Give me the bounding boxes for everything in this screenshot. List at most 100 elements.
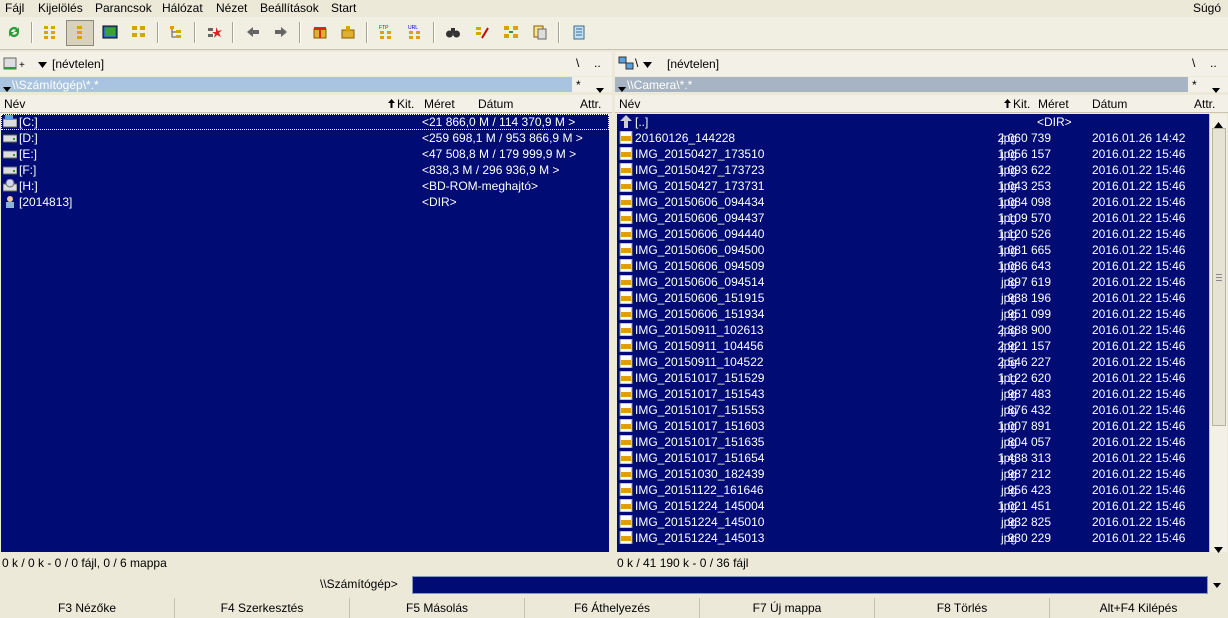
menu-file[interactable]: Fájl: [5, 1, 24, 15]
menu-commands[interactable]: Parancsok: [95, 1, 152, 15]
col-ext[interactable]: Kit.: [1013, 97, 1030, 111]
col-attr[interactable]: Attr.: [580, 97, 601, 111]
list-item[interactable]: IMG_20151030_182439 jpg 987 212 2016.01.22 …: [617, 466, 1209, 482]
f3-view-button[interactable]: F3 Nézőke: [0, 598, 175, 618]
list-item-parent[interactable]: [..] <DIR>: [617, 114, 1209, 130]
right-up-button[interactable]: ..: [1210, 56, 1217, 70]
list-item[interactable]: IMG_20151224_145004 jpg 1 021 451 2016.01.2…: [617, 498, 1209, 514]
scroll-thumb[interactable]: [1212, 128, 1226, 426]
invert-selection-icon[interactable]: [203, 21, 225, 43]
list-item[interactable]: IMG_20151017_151603 jpg 1 007 891 2016.01.2…: [617, 418, 1209, 434]
right-drive-letter[interactable]: \: [635, 56, 638, 70]
chevron-down-icon[interactable]: [38, 57, 47, 71]
drive-combo[interactable]: +: [3, 56, 33, 75]
list-item[interactable]: IMG_20150427_173731 jpg 1 043 253 2016.01.2…: [617, 178, 1209, 194]
left-root-button[interactable]: \: [576, 56, 579, 70]
list-item[interactable]: [E:] <47 508,8 M / 179 999,9 M >: [1, 146, 609, 162]
list-item[interactable]: IMG_20150606_094500 jpg 1 081 665 2016.01.2…: [617, 242, 1209, 258]
altf4-exit-button[interactable]: Alt+F4 Kilépés: [1050, 598, 1227, 618]
list-item[interactable]: IMG_20150911_102613 jpg 2 388 900 2016.01.2…: [617, 322, 1209, 338]
chevron-down-icon[interactable]: [596, 82, 604, 96]
command-line-input[interactable]: [412, 576, 1208, 594]
list-item[interactable]: IMG_20150606_094514 jpg 897 619 2016.01.22 …: [617, 274, 1209, 290]
list-item[interactable]: IMG_20150606_094437 jpg 1 109 570 2016.01.2…: [617, 210, 1209, 226]
list-item[interactable]: IMG_20150427_173510 jpg 1 056 157 2016.01.2…: [617, 146, 1209, 162]
notepad-icon[interactable]: [568, 21, 590, 43]
find-icon[interactable]: [442, 21, 464, 43]
col-size[interactable]: Méret: [1038, 97, 1069, 111]
f7-newfolder-button[interactable]: F7 Új mappa: [700, 598, 875, 618]
col-date[interactable]: Dátum: [478, 97, 513, 111]
menu-settings[interactable]: Beállítások: [260, 1, 319, 15]
network-drive-icon[interactable]: [618, 55, 634, 74]
list-item[interactable]: IMG_20150606_094440 jpg 1 120 526 2016.01.2…: [617, 226, 1209, 242]
f5-copy-button[interactable]: F5 Másolás: [350, 598, 525, 618]
list-item[interactable]: [D:] <259 698,1 M / 953 866,9 M >: [1, 130, 609, 146]
chevron-down-icon[interactable]: [1208, 576, 1226, 594]
back-icon[interactable]: [242, 21, 264, 43]
menu-select[interactable]: Kijelölés: [38, 1, 83, 15]
f6-move-button[interactable]: F6 Áthelyezés: [525, 598, 700, 618]
list-item[interactable]: IMG_20151224_145013 jpg 930 229 2016.01.22 …: [617, 530, 1209, 546]
list-item[interactable]: [H:] <BD-ROM-meghajtó>: [1, 178, 609, 194]
col-name[interactable]: Név: [4, 97, 25, 111]
list-item[interactable]: IMG_20151017_151654 jpg 1 438 313 2016.01.2…: [617, 450, 1209, 466]
url-connect-icon[interactable]: URL: [404, 21, 426, 43]
col-date[interactable]: Dátum: [1092, 97, 1127, 111]
list-item[interactable]: IMG_20150606_151934 jpg 951 099 2016.01.22 …: [617, 306, 1209, 322]
history-dropdown-icon[interactable]: [3, 81, 11, 95]
tree-view-icon[interactable]: [128, 21, 150, 43]
right-path-bar[interactable]: \\Camera\*.*: [615, 77, 1228, 92]
forward-icon[interactable]: [270, 21, 292, 43]
tree-panel-icon[interactable]: [165, 21, 187, 43]
detail-view-icon[interactable]: [66, 20, 94, 46]
left-filter-button[interactable]: *: [576, 78, 581, 92]
list-item[interactable]: IMG_20151017_151635 jpg 804 057 2016.01.22 …: [617, 434, 1209, 450]
refresh-icon[interactable]: [3, 21, 25, 43]
list-item[interactable]: IMG_20150911_104456 jpg 2 921 157 2016.01.2…: [617, 338, 1209, 354]
list-item[interactable]: IMG_20150606_151915 jpg 938 196 2016.01.22 …: [617, 290, 1209, 306]
f4-edit-button[interactable]: F4 Szerkesztés: [175, 598, 350, 618]
menu-help[interactable]: Súgó: [1193, 1, 1221, 15]
col-size[interactable]: Méret: [424, 97, 455, 111]
scroll-down-icon[interactable]: [1214, 542, 1223, 556]
brief-view-icon[interactable]: [40, 21, 62, 43]
menu-network[interactable]: Hálózat: [162, 1, 203, 15]
left-path-bar[interactable]: \\Számítógép\*.*: [0, 77, 612, 92]
f8-delete-button[interactable]: F8 Törlés: [875, 598, 1050, 618]
list-item[interactable]: 20160126_144228 jpg 2 060 739 2016.01.26 14…: [617, 130, 1209, 146]
unpack-icon[interactable]: [337, 21, 359, 43]
list-item[interactable]: IMG_20150911_104522 jpg 2 546 227 2016.01.2…: [617, 354, 1209, 370]
right-scrollbar[interactable]: [1209, 114, 1227, 553]
list-item[interactable]: [C:] <21 866,0 M / 114 370,9 M >: [1, 114, 609, 130]
list-item[interactable]: IMG_20150427_173723 jpg 1 093 622 2016.01.2…: [617, 162, 1209, 178]
col-attr[interactable]: Attr.: [1194, 97, 1215, 111]
left-up-button[interactable]: ..: [594, 56, 601, 70]
chevron-down-icon[interactable]: [1212, 82, 1220, 96]
list-item[interactable]: IMG_20151017_151529 jpg 1 122 620 2016.01.2…: [617, 370, 1209, 386]
thumbnail-view-icon[interactable]: [99, 21, 121, 43]
left-file-list[interactable]: [C:] <21 866,0 M / 114 370,9 M > [D:] <2…: [1, 114, 609, 552]
list-item[interactable]: [2014813] <DIR>: [1, 194, 609, 210]
col-name[interactable]: Név: [619, 97, 640, 111]
multi-rename-icon[interactable]: [471, 21, 493, 43]
col-ext[interactable]: Kit.: [397, 97, 414, 111]
list-item[interactable]: IMG_20151017_151553 jpg 876 432 2016.01.22 …: [617, 402, 1209, 418]
right-filter-button[interactable]: *: [1192, 78, 1197, 92]
list-item[interactable]: IMG_20150606_094434 jpg 1 084 098 2016.01.2…: [617, 194, 1209, 210]
right-root-button[interactable]: \: [1192, 56, 1195, 70]
list-item[interactable]: [F:] <838,3 M / 296 936,9 M >: [1, 162, 609, 178]
chevron-down-icon[interactable]: [643, 57, 652, 71]
list-item[interactable]: IMG_20151017_151543 jpg 987 483 2016.01.22 …: [617, 386, 1209, 402]
right-file-list[interactable]: [..] <DIR> 20160126_144228 jpg 2 060 739 20…: [617, 114, 1209, 552]
copy-names-icon[interactable]: [529, 21, 551, 43]
menu-start[interactable]: Start: [331, 1, 356, 15]
list-item[interactable]: IMG_20150606_094509 jpg 1 086 643 2016.01.2…: [617, 258, 1209, 274]
sync-dirs-icon[interactable]: [500, 21, 522, 43]
list-item[interactable]: IMG_20151224_145010 jpg 932 825 2016.01.22 …: [617, 514, 1209, 530]
menu-view[interactable]: Nézet: [216, 1, 247, 15]
pack-icon[interactable]: [309, 21, 331, 43]
history-dropdown-icon[interactable]: [618, 81, 626, 95]
list-item[interactable]: IMG_20151122_161646 jpg 956 423 2016.01.22 …: [617, 482, 1209, 498]
ftp-connect-icon[interactable]: FTP: [375, 21, 397, 43]
